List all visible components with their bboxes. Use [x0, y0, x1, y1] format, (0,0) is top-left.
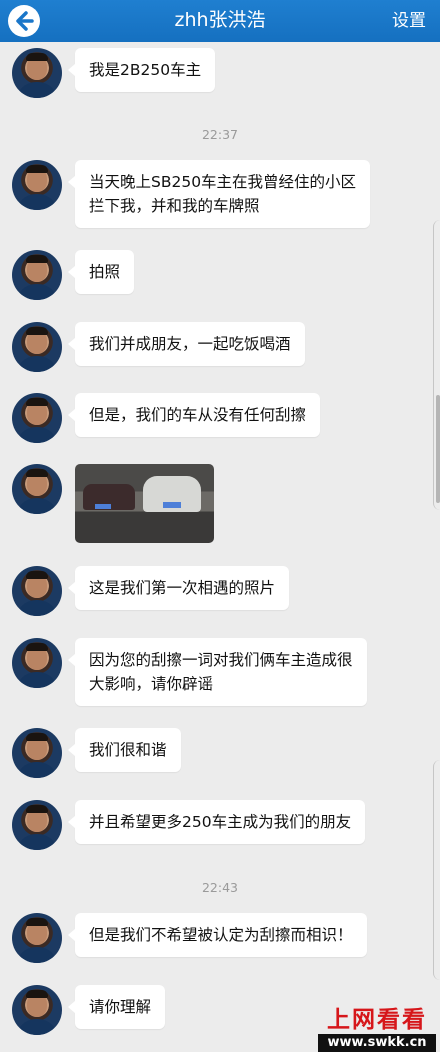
message-bubble[interactable]: 拍照 [67, 250, 135, 294]
avatar[interactable] [12, 393, 62, 443]
message-bubble[interactable]: 请你理解 [67, 985, 166, 1029]
message-bubble[interactable]: 我们很和谐 [68, 728, 181, 772]
top-bar: zhh张洪浩 设置 [0, 0, 440, 42]
message-bubble[interactable]: 我们并成朋友，一起吃饭喝酒 [68, 322, 305, 366]
scrollbar[interactable] [436, 395, 440, 503]
message-bubble[interactable]: 这是我们第一次相遇的照片 [67, 566, 290, 610]
avatar[interactable] [12, 160, 62, 210]
avatar[interactable] [12, 985, 62, 1035]
message-bubble[interactable]: 但是，我们的车从没有任何刮擦 [67, 393, 321, 437]
avatar[interactable] [12, 800, 62, 850]
license-plate [95, 504, 111, 509]
message-bubble[interactable]: 我是2B250车主 [67, 48, 216, 92]
watermark-title: 上网看看 [327, 1007, 427, 1033]
screen-edge [433, 760, 440, 980]
settings-button[interactable]: 设置 [392, 0, 426, 42]
message-bubble[interactable]: 并且希望更多250车主成为我们的朋友 [67, 800, 366, 844]
message-bubble[interactable]: 当天晚上SB250车主在我曾经住的小区 拦下我，并和我的车牌照 [67, 160, 371, 228]
photo-message[interactable] [75, 464, 214, 543]
chat-title: zhh张洪浩 [174, 9, 266, 31]
avatar[interactable] [12, 728, 62, 778]
timestamp: 22:43 [201, 880, 239, 895]
timestamp: 22:37 [201, 127, 239, 142]
avatar[interactable] [12, 48, 62, 98]
license-plate [163, 502, 181, 508]
avatar[interactable] [12, 250, 62, 300]
message-bubble[interactable]: 因为您的刮擦一词对我们俩车主造成很 大影响，请你辟谣 [68, 638, 367, 706]
avatar[interactable] [12, 638, 62, 688]
avatar[interactable] [12, 566, 62, 616]
avatar[interactable] [12, 913, 62, 963]
message-bubble[interactable]: 但是我们不希望被认定为刮擦而相识！ [68, 913, 367, 957]
watermark: 上网看看 www.swkk.cn [318, 1006, 436, 1052]
watermark-url: www.swkk.cn [318, 1034, 436, 1052]
avatar[interactable] [12, 464, 62, 514]
avatar[interactable] [12, 322, 62, 372]
